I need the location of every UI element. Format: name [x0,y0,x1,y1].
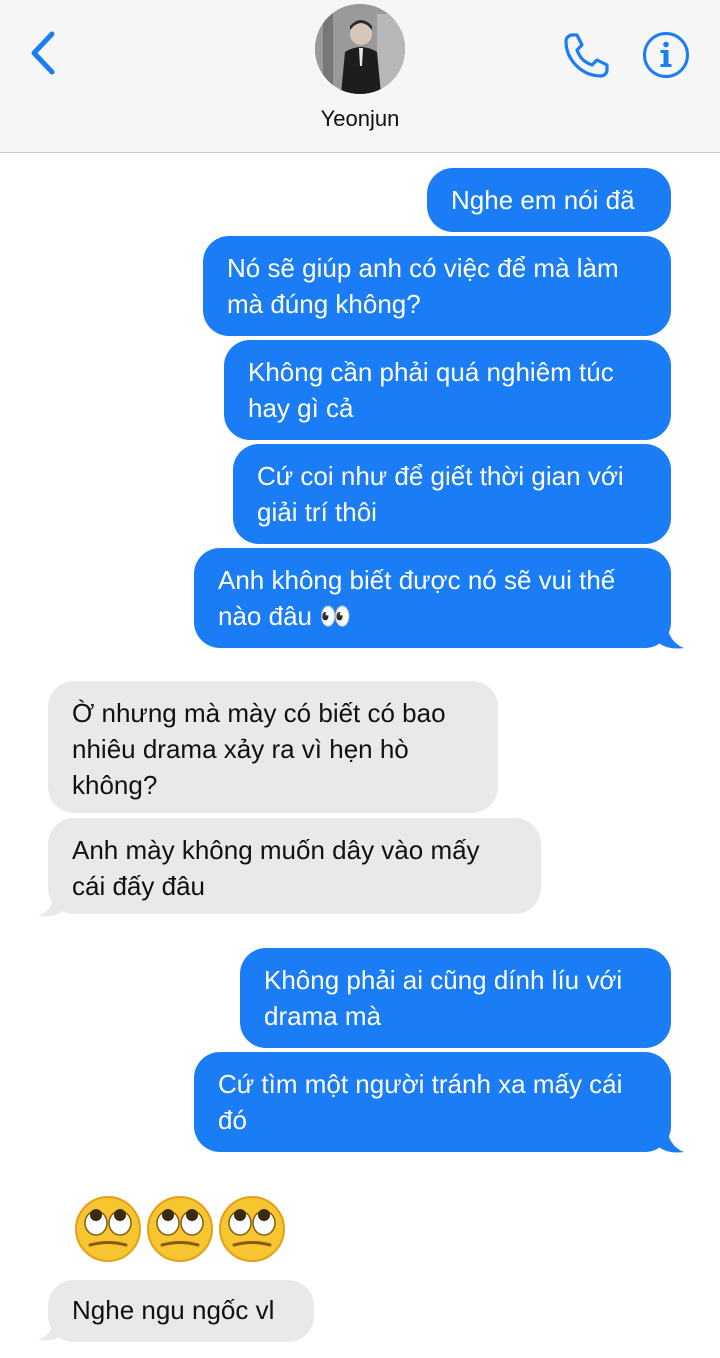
message-bubble-received[interactable]: Nghe ngu ngốc vl [48,1280,314,1342]
message-text: Không phải ai cũng dính líu với drama mà [264,965,623,1031]
contact-name[interactable]: Yeonjun [0,106,720,132]
bubble-tail [38,888,62,917]
bubble-tail [38,1312,62,1341]
message-bubble-sent[interactable]: Không cần phải quá nghiêm túc hay gì cả [224,340,671,440]
message-bubble-received[interactable]: Ờ nhưng mà mày có biết có bao nhiêu dram… [48,681,498,813]
bubble-tail [660,1124,684,1153]
message-text: Không cần phải quá nghiêm túc hay gì cả [248,357,614,423]
message-bubble-sent[interactable]: Không phải ai cũng dính líu với drama mà [240,948,671,1048]
message-bubble-sent[interactable]: Nghe em nói đã [427,168,671,232]
conversation-header: Yeonjun [0,0,720,153]
avatar-photo [315,4,405,94]
message-bubble-sent[interactable]: Cứ coi như để giết thời gian với giải tr… [233,444,671,544]
message-bubble-received[interactable]: Anh mày không muốn dây vào mấy cái đấy đ… [48,818,541,914]
message-bubble-sent[interactable]: Anh không biết được nó sẽ vui thế nào đâ… [194,548,671,648]
face-with-rolling-eyes-emoji [147,1196,213,1262]
message-text: Nghe ngu ngốc vl [72,1295,275,1325]
bubble-tail [660,620,684,649]
face-with-rolling-eyes-emoji [75,1196,141,1262]
chevron-left-icon[interactable] [22,28,66,78]
message-text: Anh mày không muốn dây vào mấy cái đấy đ… [72,835,480,901]
message-text: Cứ tìm một người tránh xa mấy cái đó [218,1069,623,1135]
message-text: Anh không biết được nó sẽ vui thế nào đâ… [218,565,616,631]
message-bubble-sent[interactable]: Nó sẽ giúp anh có việc để mà làm mà đúng… [203,236,671,336]
message-text: Nghe em nói đã [451,185,635,215]
message-text: Cứ coi như để giết thời gian với giải tr… [257,461,624,527]
phone-icon[interactable] [562,30,612,80]
emoji-message[interactable] [74,1195,286,1263]
info-icon[interactable] [642,31,690,79]
avatar[interactable] [315,4,405,94]
message-bubble-sent[interactable]: Cứ tìm một người tránh xa mấy cái đó [194,1052,671,1152]
message-text: Nó sẽ giúp anh có việc để mà làm mà đúng… [227,253,619,319]
message-text: Ờ nhưng mà mày có biết có bao nhiêu dram… [72,698,446,800]
face-with-rolling-eyes-emoji [219,1196,285,1262]
